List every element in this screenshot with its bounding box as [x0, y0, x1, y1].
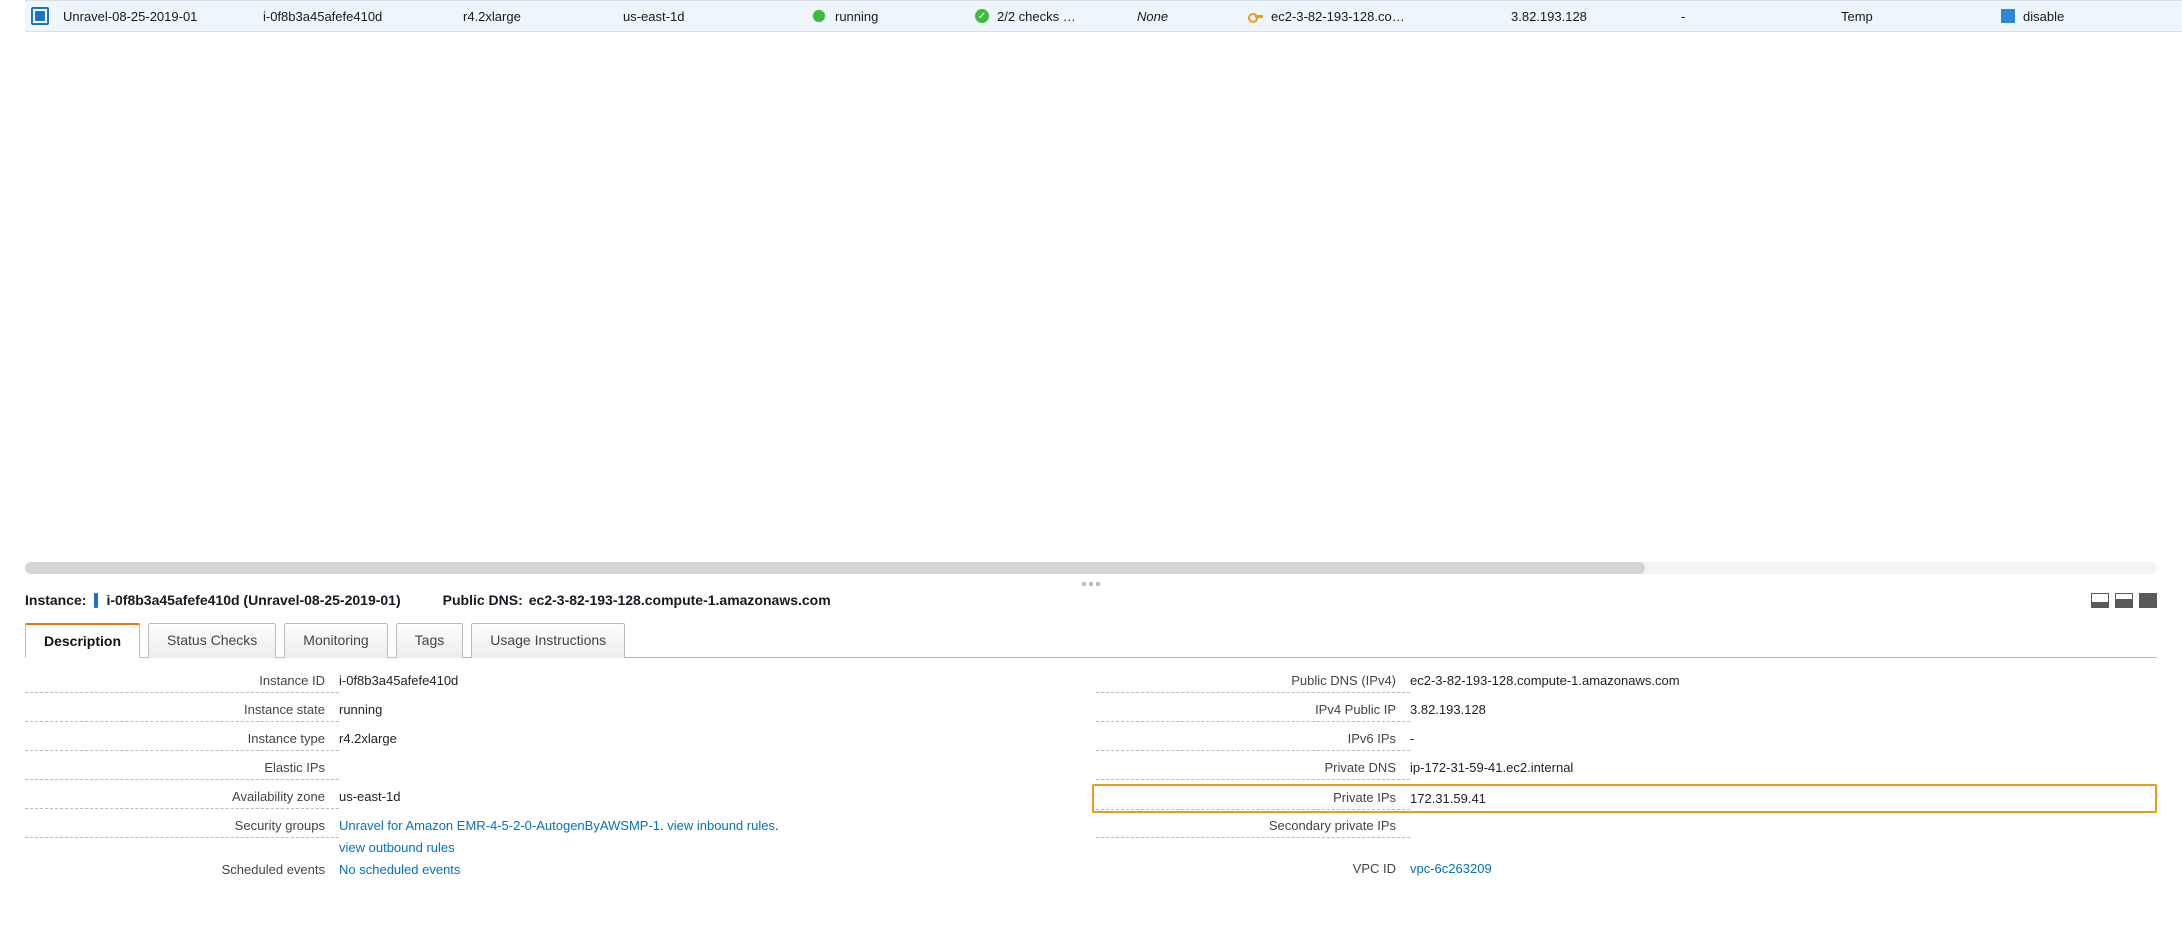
value-ipv6: - — [1410, 728, 2157, 750]
value-vpc-id: vpc-6c263209 — [1410, 858, 2157, 880]
details-header: Instance: i-0f8b3a45afefe410d (Unravel-0… — [25, 592, 2157, 618]
tab-tags[interactable]: Tags — [396, 623, 464, 658]
value-private-dns: ip-172-31-59-41.ec2.internal — [1410, 757, 2157, 779]
row-instance-type: Instance type r4.2xlarge — [25, 728, 1086, 757]
row-scheduled-events: Scheduled events No scheduled events — [25, 859, 1086, 887]
cell-az: us-east-1d — [623, 9, 813, 24]
description-right-column: Public DNS (IPv4) ec2-3-82-193-128.compu… — [1096, 670, 2157, 887]
horizontal-scrollbar[interactable] — [25, 560, 2157, 574]
label-secondary-private-ips: Secondary private IPs — [1096, 815, 1410, 838]
label-private-dns: Private DNS — [1096, 757, 1410, 780]
link-view-outbound-rules[interactable]: view outbound rules — [339, 840, 455, 855]
label-availability-zone: Availability zone — [25, 786, 339, 809]
monitoring-square-icon — [2001, 9, 2015, 23]
pane-resize-grip[interactable] — [25, 582, 2157, 586]
label-public-dns: Public DNS (IPv4) — [1096, 670, 1410, 693]
label-instance-state: Instance state — [25, 699, 339, 722]
row-vpc-id: VPC ID vpc-6c263209 — [1096, 858, 2157, 886]
cell-public-dns: ec2-3-82-193-128.co… — [1271, 9, 1511, 24]
header-dns-value: ec2-3-82-193-128.compute-1.amazonaws.com — [529, 592, 831, 608]
value-security-groups: Unravel for Amazon EMR-4-5-2-0-AutogenBy… — [339, 815, 1086, 859]
details-pane: Instance: i-0f8b3a45afefe410d (Unravel-0… — [25, 592, 2157, 887]
tab-status-checks[interactable]: Status Checks — [148, 623, 276, 658]
label-ipv6: IPv6 IPs — [1096, 728, 1410, 751]
cell-monitoring: disable — [2023, 9, 2113, 24]
value-availability-zone: us-east-1d — [339, 786, 1086, 808]
label-instance-id: Instance ID — [25, 670, 339, 693]
status-check-icon: ✓ — [975, 9, 989, 23]
key-icon — [1247, 8, 1263, 24]
label-private-ips: Private IPs — [1096, 787, 1410, 810]
row-private-dns: Private DNS ip-172-31-59-41.ec2.internal — [1096, 757, 2157, 786]
cell-state: running — [835, 9, 975, 24]
label-public-ip: IPv4 Public IP — [1096, 699, 1410, 722]
cell-public-ip: 3.82.193.128 — [1511, 9, 1681, 24]
cell-tag: Temp — [1841, 9, 2001, 24]
link-vpc-id[interactable]: vpc-6c263209 — [1410, 861, 1492, 876]
link-view-inbound-rules[interactable]: view inbound rules — [667, 818, 775, 833]
row-secondary-private-ips: Secondary private IPs — [1096, 815, 2157, 844]
row-elastic-ips: Elastic IPs — [25, 757, 1086, 786]
tab-description[interactable]: Description — [25, 623, 140, 658]
value-instance-type: r4.2xlarge — [339, 728, 1086, 750]
row-public-dns: Public DNS (IPv4) ec2-3-82-193-128.compu… — [1096, 670, 2157, 699]
pane-minimize-icon[interactable] — [2091, 593, 2109, 608]
header-instance-label: Instance: — [25, 592, 86, 608]
label-vpc-id: VPC ID — [1096, 858, 1410, 880]
sg-sep2: . — [775, 818, 779, 833]
row-security-groups: Security groups Unravel for Amazon EMR-4… — [25, 815, 1086, 859]
row-ipv6: IPv6 IPs - — [1096, 728, 2157, 757]
cell-name: Unravel-08-25-2019-01 — [63, 9, 263, 24]
pane-size-controls — [2091, 593, 2157, 608]
state-dot-icon — [813, 10, 825, 22]
header-dns-label: Public DNS: — [443, 592, 523, 608]
value-private-ips: 172.31.59.41 — [1410, 788, 2153, 810]
label-instance-type: Instance type — [25, 728, 339, 751]
header-instance-value: i-0f8b3a45afefe410d (Unravel-08-25-2019-… — [106, 592, 400, 608]
cell-status: 2/2 checks … — [997, 9, 1137, 24]
row-public-ip: IPv4 Public IP 3.82.193.128 — [1096, 699, 2157, 728]
tab-monitoring[interactable]: Monitoring — [284, 623, 387, 658]
value-instance-id: i-0f8b3a45afefe410d — [339, 670, 1086, 692]
row-instance-id: Instance ID i-0f8b3a45afefe410d — [25, 670, 1086, 699]
header-separator-icon — [94, 593, 98, 608]
instance-row[interactable]: Unravel-08-25-2019-01 i-0f8b3a45afefe410… — [25, 0, 2182, 32]
description-body: Instance ID i-0f8b3a45afefe410d Instance… — [25, 658, 2157, 887]
label-security-groups: Security groups — [25, 815, 339, 838]
details-tabs: Description Status Checks Monitoring Tag… — [25, 622, 2157, 658]
value-instance-state: running — [339, 699, 1086, 721]
pane-maximize-icon[interactable] — [2139, 593, 2157, 608]
pane-restore-icon[interactable] — [2115, 593, 2133, 608]
link-security-group[interactable]: Unravel for Amazon EMR-4-5-2-0-AutogenBy… — [339, 818, 660, 833]
cell-dash: - — [1681, 9, 1841, 24]
label-scheduled-events: Scheduled events — [25, 859, 339, 881]
row-checkbox[interactable] — [31, 7, 49, 25]
cell-alarm: None — [1137, 9, 1247, 24]
label-elastic-ips: Elastic IPs — [25, 757, 339, 780]
scrollbar-thumb[interactable] — [25, 562, 1645, 574]
tab-usage-instructions[interactable]: Usage Instructions — [471, 623, 625, 658]
value-public-dns: ec2-3-82-193-128.compute-1.amazonaws.com — [1410, 670, 2157, 692]
link-scheduled-events[interactable]: No scheduled events — [339, 862, 460, 877]
value-public-ip: 3.82.193.128 — [1410, 699, 2157, 721]
row-availability-zone: Availability zone us-east-1d — [25, 786, 1086, 815]
description-left-column: Instance ID i-0f8b3a45afefe410d Instance… — [25, 670, 1086, 887]
row-private-ips-highlighted: Private IPs 172.31.59.41 — [1092, 784, 2157, 813]
row-instance-state: Instance state running — [25, 699, 1086, 728]
cell-instance-type: r4.2xlarge — [463, 9, 623, 24]
value-scheduled-events: No scheduled events — [339, 859, 1086, 881]
cell-instance-id: i-0f8b3a45afefe410d — [263, 9, 463, 24]
